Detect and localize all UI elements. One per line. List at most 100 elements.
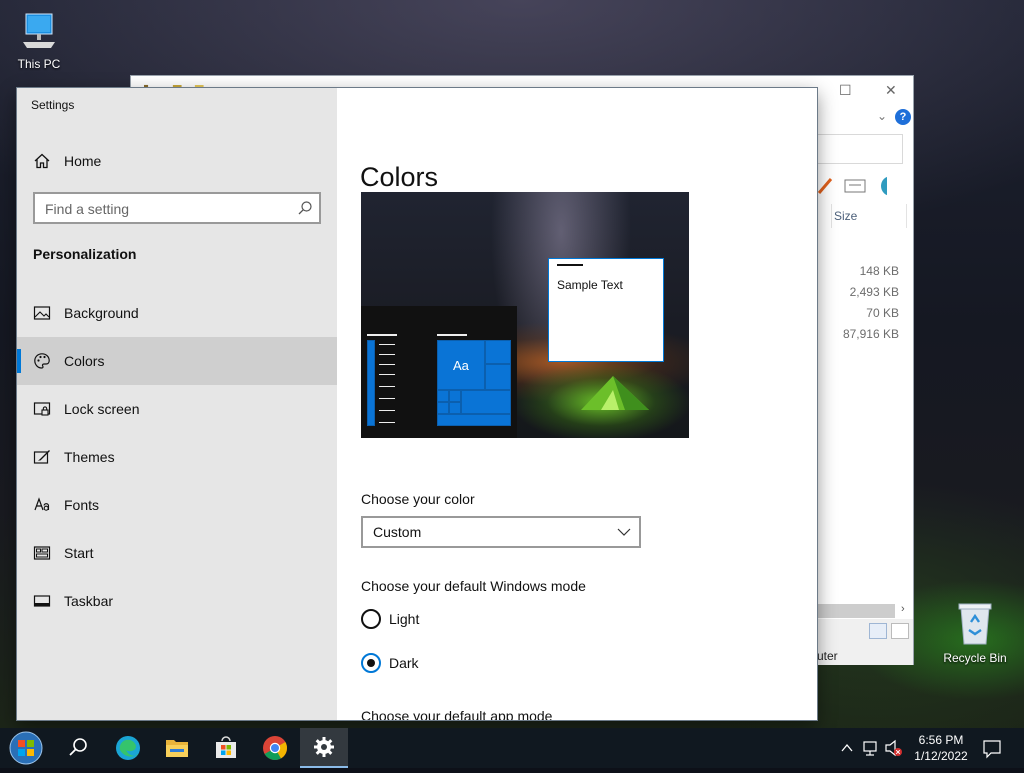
desktop-icon-recycle-bin[interactable]: Recycle Bin — [938, 600, 1012, 665]
nav-item-fonts[interactable]: Fonts — [17, 481, 337, 529]
themes-icon — [33, 450, 50, 464]
choose-color-label: Choose your color — [361, 491, 475, 507]
search-icon[interactable] — [297, 200, 313, 216]
taskbar-icon — [33, 595, 51, 607]
folder-icon — [166, 740, 188, 757]
radio-light-circle[interactable] — [361, 609, 381, 629]
start-button[interactable] — [2, 728, 50, 768]
find-setting-search[interactable] — [33, 192, 321, 224]
preview-line — [379, 386, 395, 387]
nav-item-background[interactable]: Background — [17, 289, 337, 337]
windows-mode-label: Choose your default Windows mode — [361, 578, 586, 594]
nav-home[interactable]: Home — [17, 146, 337, 176]
file-size: 70 KB — [866, 306, 899, 320]
radio-label: Dark — [389, 655, 419, 671]
desktop-icon-label: This PC — [17, 57, 61, 71]
preview-tile — [437, 402, 449, 414]
column-header-size[interactable]: Size — [831, 204, 907, 228]
taskbar: 6:56 PM 1/12/2022 — [0, 728, 1024, 768]
fonts-icon — [34, 497, 50, 511]
chrome-icon — [263, 736, 288, 761]
scroll-right-icon[interactable]: › — [901, 603, 905, 615]
file-size: 148 KB — [859, 264, 899, 278]
preview-line — [379, 344, 395, 345]
preview-line — [379, 410, 395, 411]
nav-item-label: Lock screen — [64, 401, 140, 417]
edit-icon[interactable] — [817, 173, 887, 197]
notifications-icon[interactable] — [980, 728, 1004, 768]
selection-indicator — [17, 349, 21, 373]
radio-dark[interactable]: Dark — [361, 653, 481, 677]
palette-icon — [34, 353, 50, 369]
preview-line — [379, 374, 395, 375]
app-mode-label: Choose your default app mode — [361, 708, 553, 720]
search-input[interactable] — [35, 194, 297, 224]
ribbon-expand-chevron-icon[interactable]: ⌄ — [877, 109, 887, 123]
preview-start-menu: Aa — [361, 306, 517, 438]
start-icon — [33, 546, 51, 560]
app-title: Settings — [31, 98, 75, 112]
edge-icon — [116, 736, 140, 760]
large-icons-view-icon[interactable] — [891, 623, 909, 639]
taskbar-file-explorer[interactable] — [153, 728, 201, 768]
nav-item-label: Start — [64, 545, 94, 561]
network-icon[interactable] — [861, 728, 881, 768]
preview-tile — [437, 414, 511, 426]
radio-label: Light — [389, 611, 420, 627]
nav-item-label: Background — [64, 305, 139, 321]
preview-line — [367, 334, 397, 336]
preview-tile — [449, 402, 461, 414]
page-title: Colors — [360, 162, 439, 193]
preview-line — [437, 334, 467, 336]
explorer-close-icon[interactable]: ✕ — [885, 82, 897, 99]
nav-item-label: Colors — [64, 353, 105, 369]
desktop-icon-this-pc[interactable]: This PC — [2, 8, 76, 71]
clock[interactable]: 6:56 PM 1/12/2022 — [900, 732, 982, 764]
preview-tile — [449, 390, 461, 402]
preview-line — [379, 354, 395, 355]
nav-home-label: Home — [64, 153, 102, 169]
preview-tile — [485, 340, 511, 364]
tent-icon — [581, 376, 649, 410]
color-mode-dropdown[interactable]: Custom — [361, 516, 641, 548]
settings-content: Colors Aa Sample Text Choose your color … — [337, 88, 817, 720]
store-icon — [216, 736, 236, 758]
picture-icon — [33, 306, 51, 320]
preview-sample-window: Sample Text — [548, 258, 664, 362]
preview-tile — [485, 364, 511, 390]
section-title: Personalization — [33, 246, 137, 262]
this-pc-icon — [23, 13, 55, 48]
preview-line — [379, 398, 395, 399]
settings-window[interactable]: Settings Home Personalization Background — [17, 88, 817, 720]
taskbar-chrome[interactable] — [251, 728, 299, 768]
gear-icon — [314, 737, 334, 757]
taskbar-store[interactable] — [202, 728, 250, 768]
help-icon[interactable]: ? — [895, 109, 911, 125]
taskbar-search-button[interactable] — [54, 728, 102, 768]
explorer-maximize-icon[interactable]: ☐ — [839, 82, 852, 99]
home-icon — [34, 153, 50, 169]
clock-time: 6:56 PM — [918, 733, 964, 747]
nav-item-colors[interactable]: Colors — [17, 337, 337, 385]
file-size: 2,493 KB — [849, 285, 899, 299]
details-view-icon[interactable] — [869, 623, 887, 639]
nav-item-taskbar[interactable]: Taskbar — [17, 577, 337, 625]
nav-item-start[interactable]: Start — [17, 529, 337, 577]
preview-tile-text: Aa — [453, 358, 469, 373]
clock-date: 1/12/2022 — [914, 749, 968, 763]
preview-tile — [437, 390, 449, 402]
desktop-icon-label: Recycle Bin — [943, 651, 1007, 665]
taskbar-settings[interactable] — [300, 728, 348, 768]
settings-sidebar: Settings Home Personalization Background — [17, 88, 337, 720]
taskbar-edge[interactable] — [104, 728, 152, 768]
radio-dark-circle[interactable] — [361, 653, 381, 673]
nav-item-label: Themes — [64, 449, 115, 465]
color-preview: Aa Sample Text — [361, 192, 689, 438]
nav-item-lock-screen[interactable]: Lock screen — [17, 385, 337, 433]
nav-item-themes[interactable]: Themes — [17, 433, 337, 481]
show-hidden-icons-icon[interactable] — [839, 728, 855, 768]
recycle-bin-icon — [958, 603, 992, 645]
explorer-search-input[interactable] — [817, 134, 903, 164]
radio-light[interactable]: Light — [361, 609, 481, 633]
horizontal-scrollbar[interactable] — [817, 604, 895, 618]
